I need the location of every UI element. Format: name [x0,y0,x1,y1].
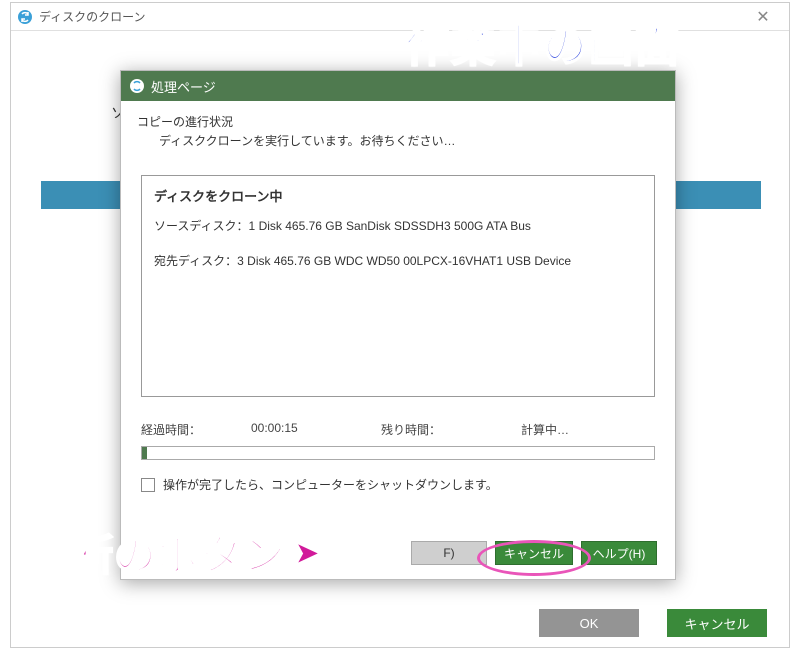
dest-disk-line: 宛先ディスク：3 Disk 465.76 GB WDC WD50 00LPCX-… [154,252,642,269]
close-icon[interactable]: ✕ [743,4,783,30]
app-icon [17,9,33,25]
window-title: ディスクのクローン [39,8,146,25]
dialog-app-icon [129,78,145,94]
dialog-footer: F) キャンセル ヘルプ(H) [411,541,657,565]
progress-heading: コピーの進行状況 [137,113,655,130]
dialog-titlebar: 処理ページ [121,71,675,101]
time-row: 経過時間： 00:00:15 残り時間： 計算中… [141,421,655,438]
source-disk-line: ソースディスク：1 Disk 465.76 GB SanDisk SDSSDH3… [154,217,642,234]
cancel-button-outer[interactable]: キャンセル [667,609,767,637]
shutdown-label: 操作が完了したら、コンピューターをシャットダウンします。 [163,476,498,493]
status-heading: ディスクをクローン中 [154,186,642,205]
help-button[interactable]: ヘルプ(H) [581,541,657,565]
ok-button[interactable]: OK [539,609,639,637]
status-box: ディスクをクローン中 ソースディスク：1 Disk 465.76 GB SanD… [141,175,655,397]
cancel-button[interactable]: キャンセル [495,541,573,565]
dialog-title: 処理ページ [151,77,216,96]
remaining-label: 残り時間： [381,421,521,438]
progress-dialog: 処理ページ コピーの進行状況 ディスククローンを実行しています。お待ちください…… [120,70,676,580]
elapsed-value: 00:00:15 [251,421,381,438]
progress-bar [141,446,655,460]
finish-button[interactable]: F) [411,541,487,565]
outer-titlebar: ディスクのクローン ✕ [11,3,789,31]
outer-footer: OK キャンセル [539,609,767,637]
progress-fill [142,447,147,459]
remaining-value: 計算中… [521,421,655,438]
shutdown-row: 操作が完了したら、コンピューターをシャットダウンします。 [141,476,655,493]
elapsed-label: 経過時間： [141,421,251,438]
progress-message: ディスククローンを実行しています。お待ちください… [159,132,655,149]
dialog-body: コピーの進行状況 ディスククローンを実行しています。お待ちください… ディスクを… [121,101,675,503]
shutdown-checkbox[interactable] [141,478,155,492]
